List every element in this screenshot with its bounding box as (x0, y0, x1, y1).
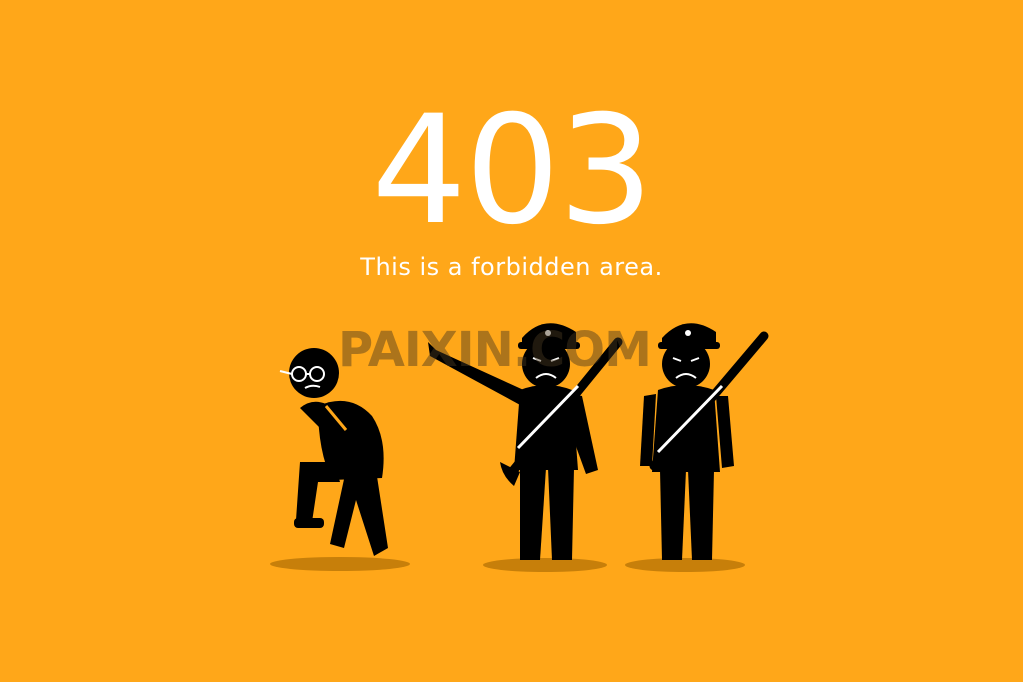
guard1-shadow (483, 558, 607, 572)
intruder-shadow (270, 557, 410, 571)
watermark: PAIXIN.COM (338, 322, 652, 378)
guard2-shadow (625, 558, 745, 572)
intruder-figure (279, 348, 388, 556)
